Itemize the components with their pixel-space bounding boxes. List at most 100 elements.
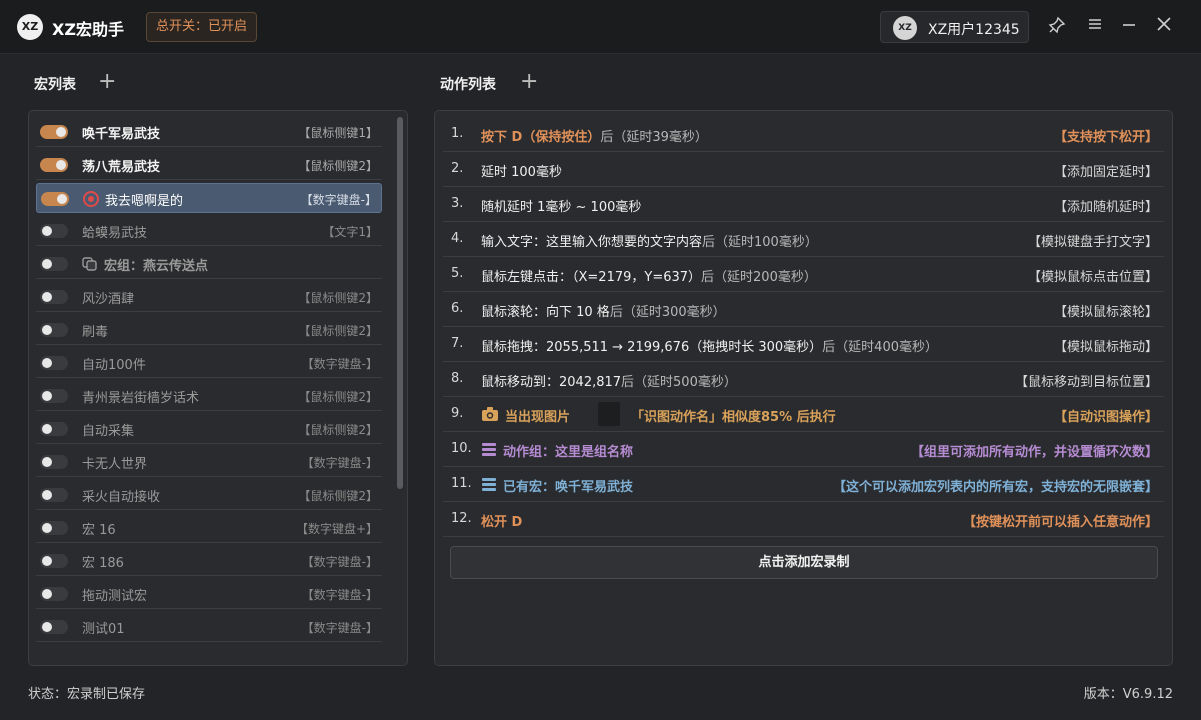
toggle-knob bbox=[42, 622, 52, 632]
group-icon bbox=[82, 257, 98, 271]
toggle-knob bbox=[57, 194, 67, 204]
macro-list-item[interactable]: 唤千军易武技 【鼠标侧键1】 bbox=[36, 117, 382, 147]
macro-enable-toggle[interactable] bbox=[40, 290, 68, 304]
action-number: 5. bbox=[451, 266, 464, 281]
macro-name: 自动100件 bbox=[82, 358, 146, 373]
macro-enable-toggle[interactable] bbox=[40, 125, 68, 139]
action-hint-tag: 【模拟鼠标拖动】 bbox=[1053, 340, 1158, 355]
macro-list-title: 宏列表 bbox=[34, 77, 76, 93]
macro-enable-toggle[interactable] bbox=[40, 257, 68, 271]
action-list-item[interactable]: 5. 鼠标左键点击：（X=2179，Y=637）后（延时200毫秒） 【模拟鼠标点击… bbox=[443, 257, 1164, 292]
macro-enable-toggle[interactable] bbox=[40, 455, 68, 469]
app-title: XZ宏助手 bbox=[52, 20, 124, 39]
scrollbar-thumb[interactable] bbox=[397, 117, 403, 489]
macro-list-scrollbar[interactable] bbox=[397, 117, 403, 661]
action-text: 鼠标滚轮：向下 10 格 bbox=[481, 305, 610, 320]
avatar: XZ bbox=[893, 16, 917, 40]
pin-icon[interactable] bbox=[1046, 16, 1068, 38]
macro-name: 宏 186 bbox=[82, 556, 124, 571]
macro-list-panel: 唤千军易武技 【鼠标侧键1】 荡八荒易武技 【鼠标侧键2】 我去嗯啊是的 【数字键盘-】蛤… bbox=[28, 110, 408, 666]
macro-enable-toggle[interactable] bbox=[40, 587, 68, 601]
minimize-icon[interactable] bbox=[1118, 16, 1140, 38]
macro-enable-toggle[interactable] bbox=[40, 389, 68, 403]
add-action-button[interactable]: + bbox=[520, 71, 538, 93]
user-name: XZ用户12345 bbox=[928, 22, 1020, 38]
action-list-item[interactable]: 3. 随机延时 1毫秒 ~ 100毫秒 【添加随机延时】 bbox=[443, 187, 1164, 222]
macro-list-item[interactable]: 测试01 【数字键盘-】 bbox=[36, 612, 382, 642]
action-list-item[interactable]: 10. 动作组：这里是组名称 【组里可添加所有动作，并设置循环次数】 bbox=[443, 432, 1164, 467]
user-account-button[interactable]: XZ XZ用户12345 bbox=[880, 11, 1029, 43]
action-list-item[interactable]: 2. 延时 100毫秒 【添加固定延时】 bbox=[443, 152, 1164, 187]
macro-list-item[interactable]: 刷毒 【鼠标侧键2】 bbox=[36, 315, 382, 345]
version-text: 版本：V6.9.12 bbox=[1083, 687, 1173, 702]
macro-list-item[interactable]: 自动采集 【鼠标侧键2】 bbox=[36, 414, 382, 444]
macro-list-item[interactable]: 荡八荒易武技 【鼠标侧键2】 bbox=[36, 150, 382, 180]
macro-list-item[interactable]: 卡无人世界 【数字键盘-】 bbox=[36, 447, 382, 477]
action-list-item[interactable]: 1. 按下 D（保持按住）后（延时39毫秒） 【支持按下松开】 bbox=[443, 117, 1164, 152]
action-text: 输入文字：这里输入你想要的文字内容 bbox=[481, 235, 703, 250]
action-text: 按下 D（保持按住） bbox=[481, 130, 601, 145]
action-description: 延时 100毫秒 bbox=[481, 161, 562, 180]
macro-list-item[interactable]: 我去嗯啊是的 【数字键盘-】 bbox=[36, 183, 382, 213]
menu-icon[interactable] bbox=[1084, 16, 1106, 38]
action-number: 7. bbox=[451, 336, 464, 351]
macro-enable-toggle[interactable] bbox=[40, 488, 68, 502]
add-macro-button[interactable]: + bbox=[98, 71, 116, 93]
macro-list-item[interactable]: 青州景岩街樯岁话术 【鼠标侧键2】 bbox=[36, 381, 382, 411]
action-description: 鼠标拖拽：2055,511 → 2199,676（拖拽时长 300毫秒）后（延时… bbox=[481, 336, 938, 355]
macro-name: 自动采集 bbox=[82, 424, 135, 439]
action-list-item[interactable]: 6. 鼠标滚轮：向下 10 格后（延时300毫秒） 【模拟鼠标滚轮】 bbox=[443, 292, 1164, 327]
toggle-knob bbox=[42, 589, 52, 599]
action-number: 1. bbox=[451, 126, 464, 141]
add-macro-recording-button[interactable]: 点击添加宏录制 bbox=[450, 546, 1158, 579]
macro-list-item[interactable]: 拖动测试宏 【数字键盘-】 bbox=[36, 579, 382, 609]
close-icon[interactable] bbox=[1153, 16, 1175, 38]
macro-hotkey: 【数字键盘-】 bbox=[301, 357, 378, 371]
action-delay: 后（延时500毫秒） bbox=[621, 375, 737, 390]
action-list-item[interactable]: 9. 当出现图片 「识图动作名」相似度85% 后执行 【自动识图操作】 bbox=[443, 397, 1164, 432]
action-hint-tag: 【组里可添加所有动作，并设置循环次数】 bbox=[910, 445, 1158, 460]
toggle-knob bbox=[42, 325, 52, 335]
macro-list-item[interactable]: 宏 186 【数字键盘-】 bbox=[36, 546, 382, 576]
macro-enable-toggle[interactable] bbox=[40, 422, 68, 436]
action-number: 6. bbox=[451, 301, 464, 316]
action-list-item[interactable]: 11. 已有宏：唤千军易武技 【这个可以添加宏列表内的所有宏，支持宏的无限嵌套】 bbox=[443, 467, 1164, 502]
action-text: 鼠标移动到：2042,817 bbox=[481, 375, 622, 390]
macro-hotkey: 【文字1】 bbox=[322, 225, 378, 239]
action-list-item[interactable]: 8. 鼠标移动到：2042,817后（延时500毫秒） 【鼠标移动到目标位置】 bbox=[443, 362, 1164, 397]
toggle-knob bbox=[42, 424, 52, 434]
action-list-item[interactable]: 7. 鼠标拖拽：2055,511 → 2199,676（拖拽时长 300毫秒）后（… bbox=[443, 327, 1164, 362]
macro-enable-toggle[interactable] bbox=[40, 158, 68, 172]
image-match-text: 「识图动作名」相似度85% 后执行 bbox=[631, 410, 836, 425]
macro-name: 宏组：燕云传送点 bbox=[104, 259, 209, 274]
macro-name: 拖动测试宏 bbox=[82, 589, 148, 604]
action-hint-tag: 【模拟鼠标点击位置】 bbox=[1027, 270, 1158, 285]
action-list-item[interactable]: 12. 松开 D 【按键松开前可以插入任意动作】 bbox=[443, 502, 1164, 537]
macro-enable-toggle[interactable] bbox=[40, 356, 68, 370]
app-logo: XZ bbox=[17, 14, 43, 40]
macro-list-item[interactable]: 宏 16 【数字键盘+】 bbox=[36, 513, 382, 543]
record-icon bbox=[83, 191, 99, 207]
macro-enable-toggle[interactable] bbox=[40, 554, 68, 568]
action-hint-tag: 【支持按下松开】 bbox=[1053, 130, 1158, 145]
macro-hotkey: 【鼠标侧键1】 bbox=[298, 126, 378, 140]
macro-hotkey: 【数字键盘-】 bbox=[301, 456, 378, 470]
macro-list-item[interactable]: 采火自动接收 【鼠标侧键2】 bbox=[36, 480, 382, 510]
macro-enable-toggle[interactable] bbox=[40, 323, 68, 337]
macro-hotkey: 【鼠标侧键2】 bbox=[298, 423, 378, 437]
macro-list-item[interactable]: 蛤蟆易武技 【文字1】 bbox=[36, 216, 382, 246]
macro-list-item[interactable]: 自动100件 【数字键盘-】 bbox=[36, 348, 382, 378]
macro-list-item[interactable]: 宏组：燕云传送点 bbox=[36, 249, 382, 279]
toggle-knob bbox=[42, 457, 52, 467]
master-switch-button[interactable]: 总开关：已开启 bbox=[146, 12, 258, 42]
macro-list-item[interactable]: 风沙酒肆 【鼠标侧键2】 bbox=[36, 282, 382, 312]
macro-hotkey: 【数字键盘-】 bbox=[301, 621, 378, 635]
macro-enable-toggle[interactable] bbox=[40, 224, 68, 238]
action-list-item[interactable]: 4. 输入文字：这里输入你想要的文字内容后（延时100毫秒） 【模拟键盘手打文字】 bbox=[443, 222, 1164, 257]
macro-enable-toggle[interactable] bbox=[40, 620, 68, 634]
action-number: 9. bbox=[451, 406, 464, 421]
macro-enable-toggle[interactable] bbox=[40, 521, 68, 535]
action-description: 鼠标滚轮：向下 10 格后（延时300毫秒） bbox=[481, 301, 726, 320]
macro-enable-toggle[interactable] bbox=[41, 192, 69, 206]
list-icon bbox=[481, 476, 499, 492]
